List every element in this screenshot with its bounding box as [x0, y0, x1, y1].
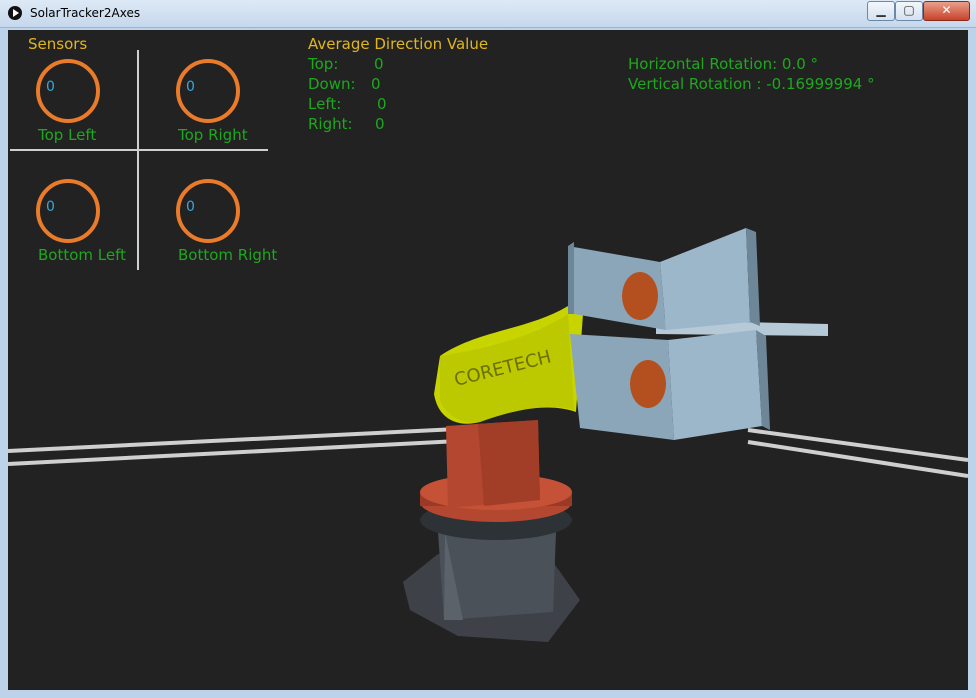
app-window: SolarTracker2Axes ▁ ▢ ✕ CORETECH Sensors… [0, 0, 976, 698]
render-canvas[interactable]: CORETECH Sensors 0 Top Left 0 Top Right … [8, 30, 968, 690]
sensor-top-left-label: Top Left [38, 126, 97, 144]
average-down-label: Down: [308, 75, 356, 93]
average-top-label: Top: [308, 55, 339, 73]
close-button[interactable]: ✕ [923, 1, 970, 21]
minimize-button[interactable]: ▁ [867, 1, 895, 21]
sensor-top-right-label: Top Right [178, 126, 248, 144]
title-bar[interactable]: SolarTracker2Axes ▁ ▢ ✕ [0, 0, 976, 28]
average-right-label: Right: [308, 115, 353, 133]
sensor-divider-horizontal [10, 149, 268, 151]
average-left-label: Left: [308, 95, 342, 113]
sensor-top-right-value: 0 [186, 79, 195, 95]
sensors-title: Sensors [28, 35, 88, 53]
horizontal-rotation: Horizontal Rotation: 0.0 ° [628, 55, 819, 73]
average-down-value: 0 [371, 75, 381, 93]
sensor-divider-vertical [137, 50, 139, 270]
solar-panel [568, 228, 828, 440]
vertical-rotation: Vertical Rotation : -0.16999994 ° [628, 75, 875, 93]
tracker-base [403, 420, 580, 642]
sensor-bottom-right-label: Bottom Right [178, 246, 278, 264]
average-left-value: 0 [377, 95, 387, 113]
sensor-bottom-left-label: Bottom Left [38, 246, 127, 264]
tracker-arm: CORETECH [434, 306, 583, 424]
sensor-bottom-right-value: 0 [186, 199, 195, 215]
app-icon [8, 6, 22, 20]
maximize-button[interactable]: ▢ [895, 1, 923, 21]
average-top-value: 0 [374, 55, 384, 73]
average-right-value: 0 [375, 115, 385, 133]
sensor-bottom-left-value: 0 [46, 199, 55, 215]
sensor-top-left-value: 0 [46, 79, 55, 95]
window-title: SolarTracker2Axes [30, 6, 141, 20]
average-title: Average Direction Value [308, 35, 489, 53]
scene-3d: CORETECH [8, 228, 968, 642]
